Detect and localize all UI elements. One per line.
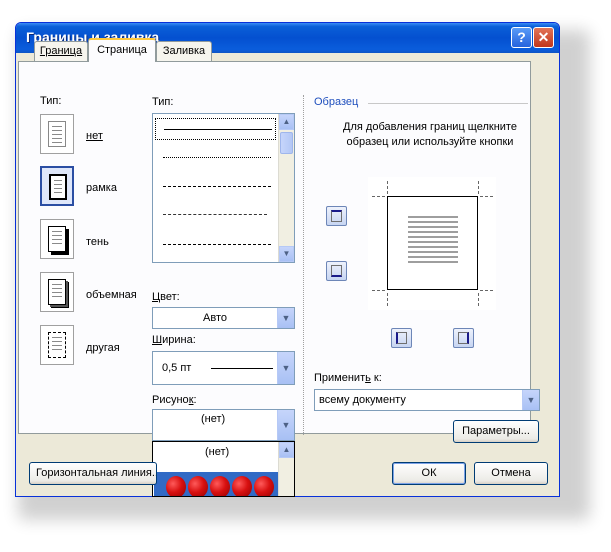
width-value: 0,5 пт xyxy=(162,362,192,374)
apply-to-combobox[interactable]: всему документу ▼ xyxy=(314,389,540,411)
panel-divider xyxy=(303,95,304,435)
bottom-border-button[interactable] xyxy=(326,261,347,281)
style-label: Тип: xyxy=(152,96,174,108)
color-value: Авто xyxy=(203,312,227,324)
line-solid xyxy=(164,129,272,130)
border-bottom-icon xyxy=(331,265,342,277)
corner-mark xyxy=(372,196,385,197)
page-none-icon xyxy=(48,121,66,147)
width-sample-line xyxy=(211,368,273,369)
border-top-icon xyxy=(331,210,342,222)
setting-box-button[interactable] xyxy=(40,166,74,206)
setting-3d-label: объемная xyxy=(86,289,137,301)
art-dropdown-list[interactable]: (нет) ▲ xyxy=(152,441,295,497)
preview-group-line xyxy=(368,103,528,104)
setting-label: Тип: xyxy=(40,95,62,107)
corner-mark xyxy=(478,293,479,306)
setting-shadow-label: тень xyxy=(86,236,109,248)
options-button[interactable]: Параметры... xyxy=(453,420,539,443)
art-label: Рисунок: xyxy=(152,394,197,406)
corner-mark xyxy=(372,290,385,291)
line-dash-dot[interactable] xyxy=(163,244,271,245)
scroll-thumb[interactable] xyxy=(280,132,293,154)
corner-mark xyxy=(387,181,388,194)
left-border-button[interactable] xyxy=(391,328,412,348)
raspberry-icon xyxy=(188,476,208,496)
apply-to-label: Применить к: xyxy=(314,372,382,384)
line-dashed-small[interactable] xyxy=(163,186,271,187)
right-border-button[interactable] xyxy=(453,328,474,348)
horizontal-line-label: Горизонтальная линия... xyxy=(36,467,157,479)
width-label: Ширина: xyxy=(152,334,196,346)
setting-none-button[interactable] xyxy=(40,114,74,154)
setting-box-label: рамка xyxy=(86,182,117,194)
line-style-item-selected[interactable] xyxy=(155,118,276,140)
preview-area[interactable] xyxy=(368,177,496,310)
raspberry-icon xyxy=(166,476,186,496)
setting-custom-button[interactable] xyxy=(40,325,74,365)
horizontal-line-button[interactable]: Горизонтальная линия... xyxy=(29,462,157,485)
raspberry-icon xyxy=(210,476,230,496)
style-scrollbar[interactable]: ▲ ▼ xyxy=(278,114,294,262)
scroll-up-arrow-icon[interactable]: ▲ xyxy=(279,114,294,130)
corner-mark xyxy=(387,293,388,306)
color-label: Цвет: xyxy=(152,291,180,303)
scroll-down-arrow-icon[interactable]: ▼ xyxy=(279,246,294,262)
page-shadow-icon xyxy=(48,226,66,252)
apply-to-value: всему документу xyxy=(319,394,406,406)
preview-text-lines xyxy=(408,216,458,264)
art-value: (нет) xyxy=(201,413,226,425)
corner-mark xyxy=(478,181,479,194)
corner-mark xyxy=(480,196,493,197)
setting-3d-button[interactable] xyxy=(40,272,74,312)
border-left-icon xyxy=(396,332,407,344)
preview-label: Образец xyxy=(314,96,359,108)
color-combobox[interactable]: Авто ▼ xyxy=(152,307,295,329)
line-dotted[interactable] xyxy=(163,157,271,158)
cancel-button[interactable]: Отмена xyxy=(474,462,548,485)
art-scrollbar[interactable]: ▲ xyxy=(278,442,294,496)
setting-custom-label: другая xyxy=(86,342,120,354)
setting-shadow-button[interactable] xyxy=(40,219,74,259)
tab-border[interactable]: Граница xyxy=(34,41,88,61)
chevron-down-icon[interactable]: ▼ xyxy=(277,352,294,384)
tab-shading[interactable]: Заливка xyxy=(156,41,212,61)
close-button[interactable]: ✕ xyxy=(533,27,554,48)
preview-hint: Для добавления границ щелкните образец и… xyxy=(343,121,517,148)
line-dashed[interactable] xyxy=(163,214,267,215)
preview-page[interactable] xyxy=(387,196,478,290)
width-combobox[interactable]: 0,5 пт ▼ xyxy=(152,351,295,385)
art-combobox[interactable]: (нет) ▼ xyxy=(152,409,295,441)
setting-none-label: нет xyxy=(86,130,103,142)
page-box-icon xyxy=(49,174,67,200)
art-option-none[interactable]: (нет) xyxy=(205,446,229,458)
chevron-down-icon[interactable]: ▼ xyxy=(277,308,294,328)
corner-mark xyxy=(480,290,493,291)
raspberry-icon xyxy=(232,476,252,496)
top-border-button[interactable] xyxy=(326,206,347,226)
tab-page-border[interactable]: Страница xyxy=(88,38,156,62)
page-custom-icon xyxy=(48,332,66,358)
line-style-list[interactable]: ▲ ▼ xyxy=(152,113,295,263)
chevron-down-icon[interactable]: ▼ xyxy=(522,390,539,410)
art-option-raspberries[interactable] xyxy=(154,472,278,496)
ok-button[interactable]: ОК xyxy=(392,462,466,485)
border-right-icon xyxy=(458,332,469,344)
help-button[interactable]: ? xyxy=(511,27,532,48)
chevron-down-icon[interactable]: ▼ xyxy=(277,410,294,440)
scroll-up-arrow-icon[interactable]: ▲ xyxy=(279,442,294,458)
page-3d-icon xyxy=(48,279,66,305)
raspberry-icon xyxy=(254,476,274,496)
